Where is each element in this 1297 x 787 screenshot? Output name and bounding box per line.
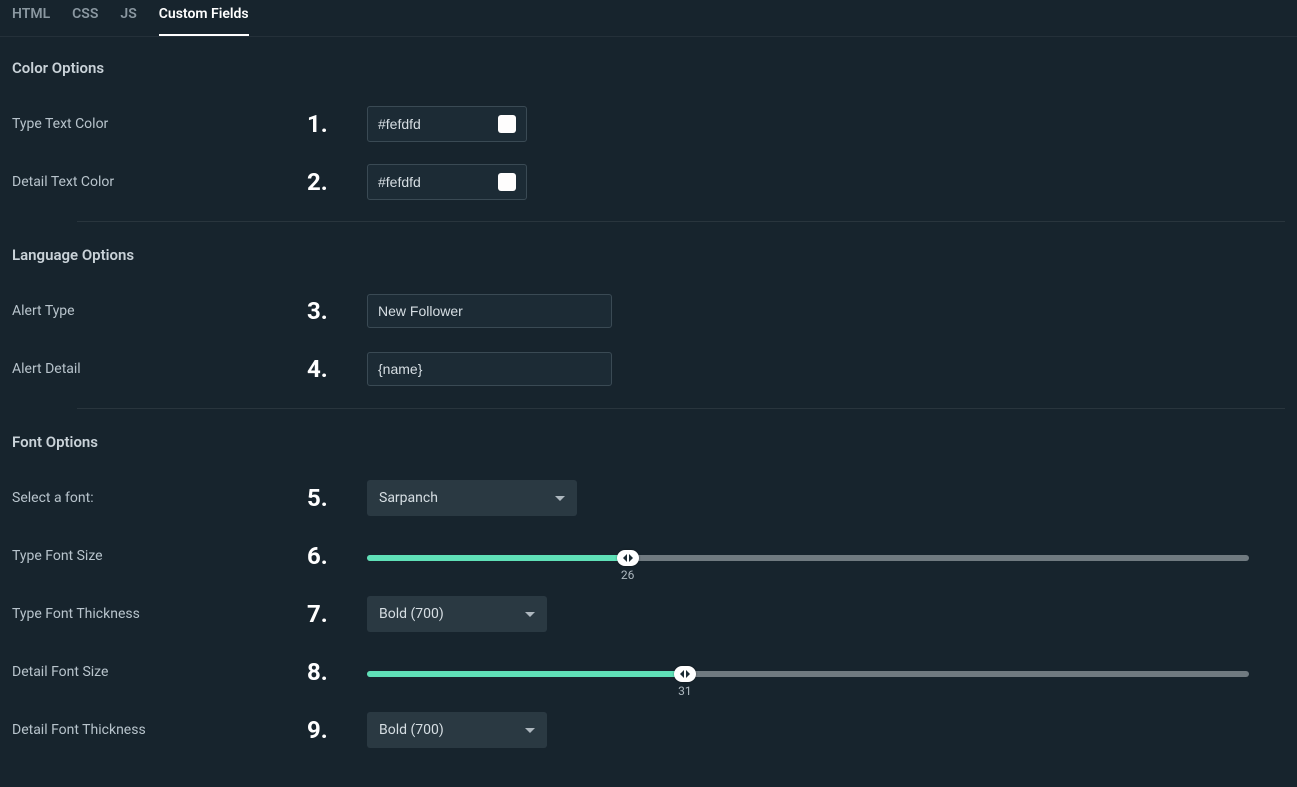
step-number: 6. <box>307 542 367 570</box>
type-text-color-field[interactable] <box>378 116 478 132</box>
step-number: 4. <box>307 355 367 383</box>
type-text-color-swatch[interactable] <box>498 115 516 133</box>
font-select-value: Sarpanch <box>379 490 438 506</box>
type-font-size-slider[interactable]: 26 <box>367 552 1249 561</box>
chevron-down-icon <box>555 496 565 501</box>
label-type-font-size: Type Font Size <box>12 548 307 564</box>
row-alert-type: Alert Type 3. <box>12 292 1285 330</box>
step-number: 2. <box>307 168 367 196</box>
tab-css[interactable]: CSS <box>72 6 98 36</box>
chevron-down-icon <box>525 728 535 733</box>
alert-detail-input[interactable] <box>367 352 612 386</box>
detail-text-color-input[interactable] <box>367 164 527 200</box>
font-select[interactable]: Sarpanch <box>367 480 577 516</box>
detail-font-size-slider[interactable]: 31 <box>367 668 1249 677</box>
label-type-text-color: Type Text Color <box>12 116 307 132</box>
step-number: 9. <box>307 716 367 744</box>
step-number: 8. <box>307 658 367 686</box>
type-text-color-input[interactable] <box>367 106 527 142</box>
row-select-font: Select a font: 5. Sarpanch <box>12 479 1285 517</box>
section-heading-color: Color Options <box>12 59 1285 77</box>
tab-js[interactable]: JS <box>120 6 136 36</box>
divider <box>77 221 1285 222</box>
label-detail-font-size: Detail Font Size <box>12 664 307 680</box>
chevron-down-icon <box>525 612 535 617</box>
label-select-font: Select a font: <box>12 490 307 506</box>
label-type-font-thickness: Type Font Thickness <box>12 606 307 622</box>
label-detail-text-color: Detail Text Color <box>12 174 307 190</box>
row-type-font-thickness: Type Font Thickness 7. Bold (700) <box>12 595 1285 633</box>
detail-font-thickness-value: Bold (700) <box>379 722 444 738</box>
row-type-text-color: Type Text Color 1. <box>12 105 1285 143</box>
row-detail-font-thickness: Detail Font Thickness 9. Bold (700) <box>12 711 1285 749</box>
slider-value: 31 <box>678 684 692 698</box>
type-font-thickness-value: Bold (700) <box>379 606 444 622</box>
section-heading-language: Language Options <box>12 246 1285 264</box>
step-number: 3. <box>307 297 367 325</box>
section-heading-font: Font Options <box>12 433 1285 451</box>
detail-text-color-swatch[interactable] <box>498 173 516 191</box>
slider-value: 26 <box>621 568 635 582</box>
divider <box>77 408 1285 409</box>
tab-html[interactable]: HTML <box>12 6 50 36</box>
type-font-thickness-select[interactable]: Bold (700) <box>367 596 547 632</box>
label-alert-type: Alert Type <box>12 303 307 319</box>
row-type-font-size: Type Font Size 6. 26 <box>12 537 1285 575</box>
detail-text-color-field[interactable] <box>378 174 478 190</box>
row-alert-detail: Alert Detail 4. <box>12 350 1285 388</box>
step-number: 7. <box>307 600 367 628</box>
step-number: 5. <box>307 484 367 512</box>
step-number: 1. <box>307 110 367 138</box>
tabs: HTML CSS JS Custom Fields <box>0 0 1297 37</box>
content: Color Options Type Text Color 1. Detail … <box>0 37 1297 749</box>
detail-font-thickness-select[interactable]: Bold (700) <box>367 712 547 748</box>
tab-custom-fields[interactable]: Custom Fields <box>159 6 249 36</box>
slider-thumb[interactable] <box>617 550 639 566</box>
alert-type-input[interactable] <box>367 294 612 328</box>
row-detail-font-size: Detail Font Size 8. 31 <box>12 653 1285 691</box>
label-detail-font-thickness: Detail Font Thickness <box>12 722 307 738</box>
slider-thumb[interactable] <box>674 666 696 682</box>
row-detail-text-color: Detail Text Color 2. <box>12 163 1285 201</box>
label-alert-detail: Alert Detail <box>12 361 307 377</box>
